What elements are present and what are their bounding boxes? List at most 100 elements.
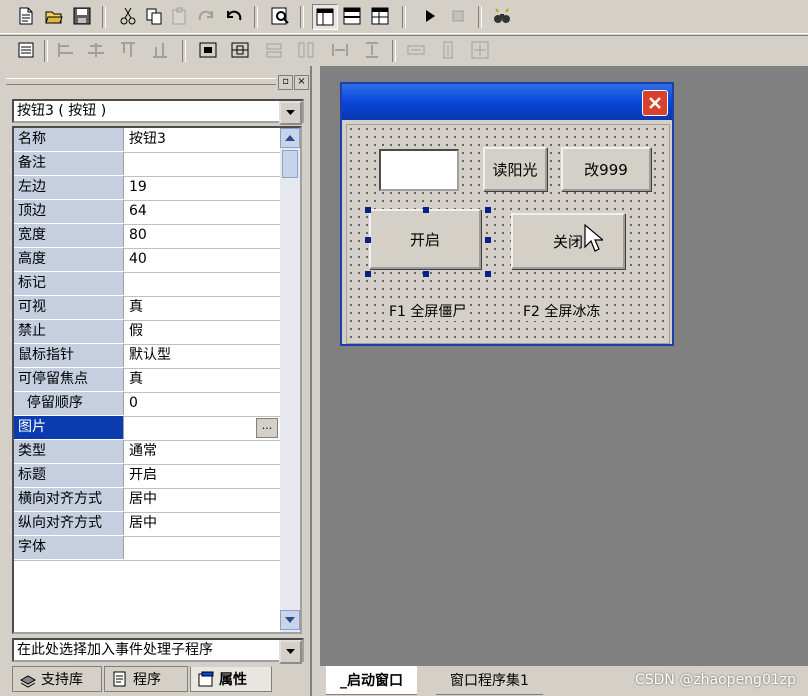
- property-row[interactable]: 可视真: [14, 296, 280, 321]
- redo-icon[interactable]: [194, 4, 218, 28]
- property-value[interactable]: 开启: [125, 464, 280, 487]
- property-value[interactable]: 40: [125, 248, 280, 271]
- object-select[interactable]: 按钮3 ( 按钮 ): [12, 99, 304, 125]
- text-edit-box[interactable]: [379, 149, 459, 191]
- property-row[interactable]: 备注: [14, 152, 280, 177]
- property-row[interactable]: 高度 40: [14, 248, 280, 273]
- form-titlebar[interactable]: [342, 84, 672, 120]
- center-horizontal-icon[interactable]: [196, 38, 220, 62]
- property-value[interactable]: [125, 152, 280, 175]
- binoculars-icon[interactable]: [490, 4, 514, 28]
- tab-program[interactable]: 程序: [104, 666, 188, 692]
- property-row[interactable]: 字体: [14, 536, 280, 561]
- layout-3-icon[interactable]: [368, 4, 392, 28]
- property-value[interactable]: 真: [125, 368, 280, 391]
- selection-handle[interactable]: [365, 237, 371, 243]
- center-both-icon[interactable]: [468, 38, 492, 62]
- chevron-down-icon[interactable]: [279, 640, 302, 664]
- open-folder-icon[interactable]: [42, 4, 66, 28]
- same-width-icon[interactable]: [262, 38, 286, 62]
- property-row[interactable]: 宽度 80: [14, 224, 280, 249]
- close-icon[interactable]: [642, 90, 668, 116]
- layout-2-icon[interactable]: [340, 4, 364, 28]
- change-999-button[interactable]: 改999: [561, 147, 651, 191]
- tab-window-module[interactable]: 窗口程序集1: [436, 666, 543, 695]
- selection-handle[interactable]: [365, 207, 371, 213]
- property-row[interactable]: 纵向对齐方式 居中: [14, 512, 280, 537]
- property-row[interactable]: 横向对齐方式 居中: [14, 488, 280, 513]
- property-row[interactable]: 名称 按钮3: [14, 128, 280, 153]
- property-value[interactable]: 假: [125, 320, 280, 343]
- selection-handle[interactable]: [485, 271, 491, 277]
- ellipsis-button[interactable]: ...: [256, 418, 278, 438]
- tab-properties[interactable]: 属性: [190, 666, 272, 692]
- selection-handle[interactable]: [485, 237, 491, 243]
- properties-icon: [198, 671, 214, 687]
- center-vertical-icon[interactable]: [228, 38, 252, 62]
- align-bottom-icon[interactable]: [148, 38, 172, 62]
- panel-close-icon[interactable]: ×: [294, 75, 309, 90]
- close-button[interactable]: 关闭: [511, 213, 625, 269]
- toolbar-separator: [402, 6, 406, 28]
- property-value[interactable]: 按钮3: [125, 128, 280, 151]
- open-button[interactable]: 开启: [369, 209, 481, 269]
- cut-icon[interactable]: [116, 4, 140, 28]
- selection-handle[interactable]: [485, 207, 491, 213]
- form-client-area[interactable]: 读阳光 改999 开启 关闭 F1 全屏僵尸 F2 全屏冰冻: [346, 124, 670, 344]
- selection-handle[interactable]: [365, 271, 371, 277]
- property-value[interactable]: 默认型: [125, 344, 280, 367]
- property-value[interactable]: 居中: [125, 512, 280, 535]
- property-row[interactable]: 左边 19: [14, 176, 280, 201]
- property-row[interactable]: 标记: [14, 272, 280, 297]
- property-value[interactable]: [125, 272, 280, 295]
- align-center-icon[interactable]: [84, 38, 108, 62]
- paste-icon[interactable]: [168, 4, 192, 28]
- save-icon[interactable]: [70, 4, 94, 28]
- property-value[interactable]: 居中: [125, 488, 280, 511]
- h-spacing-icon[interactable]: [328, 38, 352, 62]
- selection-handle[interactable]: [423, 207, 429, 213]
- event-select[interactable]: 在此处选择加入事件处理子程序: [12, 638, 304, 664]
- property-row[interactable]: 图片...: [14, 416, 280, 441]
- layout-1-icon[interactable]: [312, 4, 338, 30]
- tab-startup-window[interactable]: _启动窗口: [326, 666, 417, 695]
- scroll-thumb[interactable]: [282, 150, 298, 178]
- property-row[interactable]: 鼠标指针 默认型: [14, 344, 280, 369]
- v-spacing-icon[interactable]: [360, 38, 384, 62]
- spread-v-icon[interactable]: [436, 38, 460, 62]
- property-value[interactable]: 真: [125, 296, 280, 319]
- property-value[interactable]: [125, 536, 280, 559]
- property-value[interactable]: 64: [125, 200, 280, 223]
- property-row[interactable]: 顶边 64: [14, 200, 280, 225]
- stop-icon[interactable]: [446, 4, 470, 28]
- same-height-icon[interactable]: [294, 38, 318, 62]
- scroll-down-icon[interactable]: [280, 610, 300, 630]
- panel-restore-icon[interactable]: ▫: [278, 75, 293, 90]
- property-row[interactable]: 停留顺序 0: [14, 392, 280, 417]
- run-icon[interactable]: [418, 4, 442, 28]
- property-row[interactable]: 标题 开启: [14, 464, 280, 489]
- copy-icon[interactable]: [142, 4, 166, 28]
- property-value[interactable]: 通常: [125, 440, 280, 463]
- selection-handle[interactable]: [423, 271, 429, 277]
- vertical-scrollbar[interactable]: [280, 128, 300, 632]
- align-left-icon[interactable]: [54, 38, 78, 62]
- property-row[interactable]: 禁止假: [14, 320, 280, 345]
- read-sunlight-button[interactable]: 读阳光: [483, 147, 547, 191]
- chevron-down-icon[interactable]: [279, 101, 302, 125]
- undo-icon[interactable]: [222, 4, 246, 28]
- form-props-icon[interactable]: [14, 38, 38, 62]
- tab-library[interactable]: 支持库: [12, 666, 102, 692]
- property-row[interactable]: 可停留焦点真: [14, 368, 280, 393]
- scroll-up-icon[interactable]: [280, 128, 300, 148]
- property-name: 左边: [14, 176, 124, 199]
- property-value[interactable]: 80: [125, 224, 280, 247]
- find-icon[interactable]: [268, 4, 292, 28]
- property-value[interactable]: 19: [125, 176, 280, 199]
- align-top-icon[interactable]: [116, 38, 140, 62]
- property-value[interactable]: 0: [125, 392, 280, 415]
- form-window[interactable]: 读阳光 改999 开启 关闭 F1 全屏僵尸 F2 全屏冰冻: [340, 82, 674, 346]
- new-file-icon[interactable]: [14, 4, 38, 28]
- spread-h-icon[interactable]: [404, 38, 428, 62]
- property-row[interactable]: 类型 通常: [14, 440, 280, 465]
